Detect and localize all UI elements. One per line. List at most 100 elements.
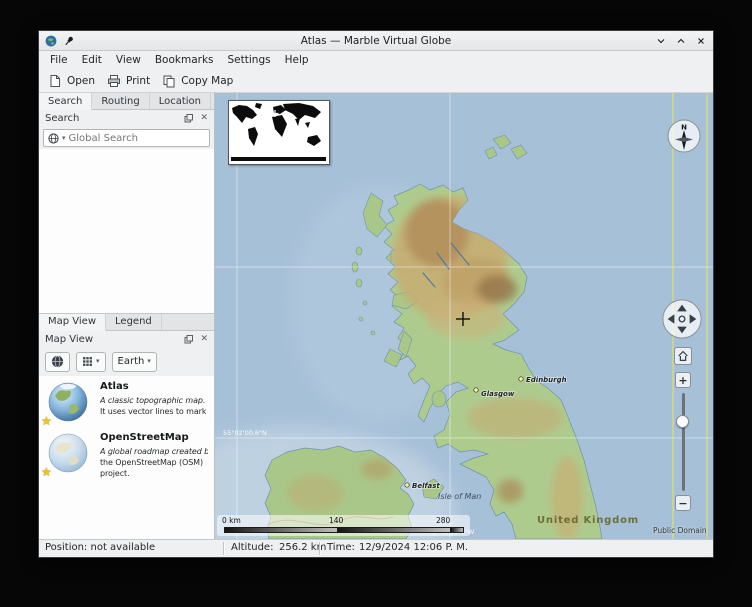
open-button[interactable]: Open <box>48 74 95 88</box>
copy-map-label: Copy Map <box>181 75 233 87</box>
map-canvas[interactable]: 55°02'00.6"N 3°36'28.8"W Glasgow Edinbur… <box>215 93 713 539</box>
attribution-label: Public Domain <box>653 526 707 535</box>
grid-caret-icon: ▾ <box>96 358 100 365</box>
window-title: Atlas — Marble Virtual Globe <box>39 35 713 47</box>
menu-edit[interactable]: Edit <box>75 53 109 67</box>
minimize-button[interactable] <box>655 35 667 47</box>
tab-routing[interactable]: Routing <box>92 93 149 109</box>
favorite-star-icon[interactable]: ★ <box>41 466 52 478</box>
search-input[interactable] <box>69 133 205 144</box>
search-row: ▾ <box>39 127 214 149</box>
home-button[interactable] <box>674 347 692 365</box>
tab-map-view[interactable]: Map View <box>39 314 106 331</box>
theme-desc-line: the OpenStreetMap (OSM) <box>100 457 208 468</box>
scale-zero-label: 0 km <box>222 516 241 525</box>
copy-icon <box>162 74 176 88</box>
theme-name: Atlas <box>100 381 206 392</box>
global-search-icon <box>48 133 59 144</box>
search-results-list[interactable] <box>39 149 214 314</box>
compass[interactable]: N <box>667 119 701 157</box>
print-label: Print <box>126 75 150 87</box>
zoom-slider-knob[interactable] <box>676 415 689 428</box>
open-file-icon <box>48 74 62 88</box>
marble-window: Atlas — Marble Virtual Globe File Edit V… <box>38 30 714 558</box>
toolbar: Open Print Copy Map <box>39 69 713 93</box>
grid-view-icon <box>82 356 93 367</box>
menu-settings[interactable]: Settings <box>221 53 278 67</box>
pin-icon[interactable] <box>63 35 75 47</box>
overview-map[interactable] <box>228 100 330 165</box>
copy-map-button[interactable]: Copy Map <box>162 74 233 88</box>
search-panel-header: Search ✕ <box>39 110 214 127</box>
status-time-value: 12/9/2024 12:06 P. M. <box>359 542 468 553</box>
sidebar-top-tabs: Search Routing Location <box>39 93 214 110</box>
search-mode-caret-icon[interactable]: ▾ <box>62 135 66 142</box>
tab-search[interactable]: Search <box>39 93 92 110</box>
zoom-out-button[interactable]: − <box>675 495 691 511</box>
zoom-slider-track[interactable] <box>682 393 685 491</box>
theme-desc-line: It uses vector lines to mark <box>100 406 206 417</box>
pan-control[interactable] <box>661 298 703 344</box>
map-theme-list: ★ Atlas A classic topographic map. It us… <box>39 376 214 540</box>
osm-thumbnail: ★ <box>45 432 91 474</box>
celestial-caret-icon: ▾ <box>147 358 151 365</box>
status-altitude-label: Altitude: <box>231 542 273 553</box>
theme-item-atlas[interactable]: ★ Atlas A classic topographic map. It us… <box>39 376 214 427</box>
scale-end-label: 280 <box>436 516 450 525</box>
theme-desc-line: project. <box>100 468 208 479</box>
maximize-button[interactable] <box>675 35 687 47</box>
menubar: File Edit View Bookmarks Settings Help <box>39 51 713 69</box>
edinburgh-marker[interactable] <box>519 377 523 381</box>
theme-name: OpenStreetMap <box>100 432 208 443</box>
isle-of-man-label: Isle of Man <box>438 492 481 501</box>
tab-legend[interactable]: Legend <box>106 314 162 330</box>
globe-projection-icon <box>51 355 64 368</box>
theme-item-openstreetmap[interactable]: ★ OpenStreetMap A global roadmap created… <box>39 427 214 483</box>
scale-mid-label: 140 <box>329 516 343 525</box>
menu-file[interactable]: File <box>43 53 75 67</box>
atlas-thumbnail: ★ <box>45 381 91 423</box>
glasgow-marker[interactable] <box>474 388 478 392</box>
theme-desc-line: A classic topographic map. <box>100 395 206 406</box>
map-view-controls: ▾ Earth ▾ <box>39 348 214 376</box>
map-view-panel-title: Map View <box>45 334 93 345</box>
search-panel-title: Search <box>45 113 79 124</box>
menu-view[interactable]: View <box>109 53 148 67</box>
statusbar: Position: not available Altitude: 256.2 … <box>39 539 713 557</box>
theme-view-mode-button[interactable]: ▾ <box>76 352 106 372</box>
glasgow-label: Glasgow <box>481 390 515 398</box>
graticule-lat-label: 55°02'00.6"N <box>223 429 267 437</box>
print-button[interactable]: Print <box>107 74 150 88</box>
favorite-star-icon[interactable]: ★ <box>41 415 52 427</box>
map-view-panel-header: Map View ✕ <box>39 331 214 348</box>
app-icon <box>45 35 57 47</box>
zoom-slider[interactable] <box>675 393 691 491</box>
edinburgh-label: Edinburgh <box>526 376 567 384</box>
united-kingdom-label: United Kingdom <box>537 515 639 526</box>
float-panel-icon[interactable] <box>184 335 193 344</box>
printer-icon <box>107 74 121 88</box>
close-panel-icon[interactable]: ✕ <box>200 335 208 344</box>
close-button[interactable] <box>695 35 707 47</box>
theme-desc-line: A global roadmap created by <box>100 446 208 457</box>
search-box[interactable]: ▾ <box>43 129 210 147</box>
status-time-label: Time: <box>327 542 355 553</box>
status-position: Position: not available <box>45 542 155 553</box>
titlebar: Atlas — Marble Virtual Globe <box>39 31 713 51</box>
celestial-body-select[interactable]: Earth ▾ <box>112 352 157 372</box>
menu-bookmarks[interactable]: Bookmarks <box>148 53 221 67</box>
tab-location[interactable]: Location <box>150 93 211 109</box>
celestial-body-value: Earth <box>118 356 145 367</box>
belfast-label: Belfast <box>412 482 440 490</box>
zoom-in-button[interactable]: + <box>675 372 691 388</box>
float-panel-icon[interactable] <box>184 114 193 123</box>
projection-button[interactable] <box>45 352 70 372</box>
scale-bar-ruler <box>224 527 464 533</box>
menu-help[interactable]: Help <box>278 53 316 67</box>
close-panel-icon[interactable]: ✕ <box>200 114 208 123</box>
scale-bar: 0 km 140 280 <box>217 515 470 536</box>
sidebar: Search Routing Location Search ✕ <box>39 93 215 539</box>
open-label: Open <box>67 75 95 87</box>
belfast-marker[interactable] <box>405 483 409 487</box>
home-icon <box>676 349 690 363</box>
